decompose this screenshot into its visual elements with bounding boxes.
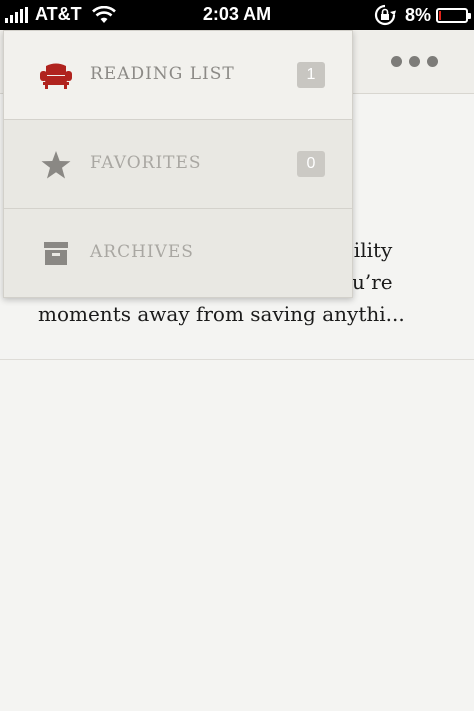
menu-item-favorites[interactable]: FAVORITES 0 xyxy=(4,120,352,209)
menu-item-archives[interactable]: ARCHIVES xyxy=(4,209,352,298)
ellipsis-icon xyxy=(409,56,420,67)
menu-item-reading-list[interactable]: READING LIST 1 xyxy=(4,31,352,120)
item-count-badge: 0 xyxy=(297,151,325,177)
status-bar: AT&T 2:03 AM 8% xyxy=(0,0,474,30)
menu-item-label: ARCHIVES xyxy=(90,242,194,262)
navigation-dropdown: READING LIST 1 FAVORITES 0 ARCHIVES xyxy=(3,30,353,298)
archive-box-icon xyxy=(44,242,68,265)
status-right: 8% xyxy=(373,4,471,26)
star-icon xyxy=(41,151,71,179)
battery-icon xyxy=(436,7,471,23)
excerpt-line: moments away from saving anythi... xyxy=(38,302,405,326)
rotation-lock-icon xyxy=(374,4,396,26)
battery-percent: 8% xyxy=(404,4,431,25)
armchair-icon xyxy=(40,63,72,89)
menu-item-label: READING LIST xyxy=(90,64,235,84)
more-options-button[interactable] xyxy=(384,56,438,67)
item-count-badge: 1 xyxy=(297,62,325,88)
battery-level xyxy=(439,10,441,20)
menu-item-label: FAVORITES xyxy=(90,153,202,173)
ellipsis-icon xyxy=(427,56,438,67)
ellipsis-icon xyxy=(391,56,402,67)
